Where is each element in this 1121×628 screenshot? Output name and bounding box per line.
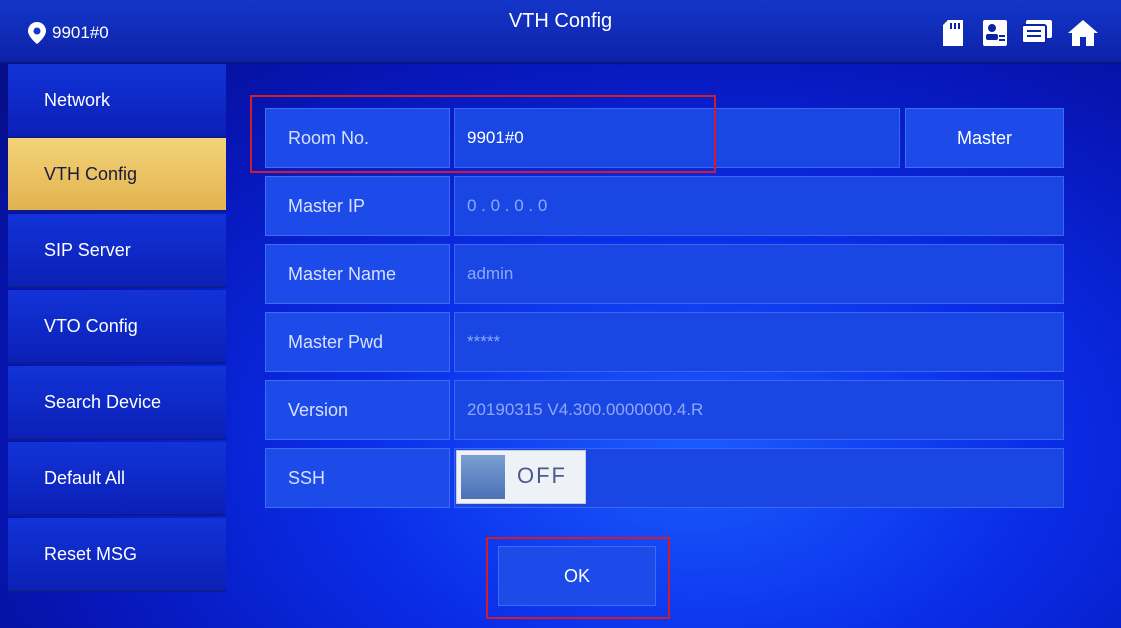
ssh-label: SSH bbox=[265, 448, 450, 508]
sidebar-item-label: Reset MSG bbox=[44, 543, 138, 564]
master-ip-label: Master IP bbox=[265, 176, 450, 236]
room-no-highlight-box bbox=[250, 95, 716, 173]
message-icon[interactable] bbox=[1022, 20, 1052, 46]
sidebar: Network VTH Config SIP Server VTO Config… bbox=[8, 64, 226, 604]
sidebar-item-label: VTH Config bbox=[44, 163, 138, 184]
sidebar-item-sip-server[interactable]: SIP Server bbox=[8, 214, 226, 288]
ssh-toggle-state: OFF bbox=[517, 463, 567, 488]
ssh-toggle[interactable]: OFF bbox=[456, 450, 586, 504]
master-name-label: Master Name bbox=[265, 244, 450, 304]
sidebar-item-search-device[interactable]: Search Device bbox=[8, 366, 226, 440]
ssh-toggle-knob bbox=[461, 455, 505, 499]
master-name-input[interactable]: admin bbox=[454, 244, 1064, 304]
ssh-row: SSH OFF bbox=[265, 448, 1064, 508]
home-icon[interactable] bbox=[1068, 20, 1098, 46]
ok-highlight-box bbox=[486, 537, 670, 619]
master-ip-row: Master IP 0 . 0 . 0 . 0 bbox=[265, 176, 1064, 236]
master-name-row: Master Name admin bbox=[265, 244, 1064, 304]
master-pwd-input[interactable]: ***** bbox=[454, 312, 1064, 372]
master-pwd-row: Master Pwd ***** bbox=[265, 312, 1064, 372]
sidebar-item-vth-config[interactable]: VTH Config bbox=[8, 138, 226, 212]
version-value: 20190315 V4.300.0000000.4.R bbox=[454, 380, 1064, 440]
master-ip-input[interactable]: 0 . 0 . 0 . 0 bbox=[454, 176, 1064, 236]
sidebar-item-label: Default All bbox=[44, 467, 126, 488]
master-button[interactable]: Master bbox=[905, 108, 1064, 168]
sidebar-item-network[interactable]: Network bbox=[8, 64, 226, 138]
sidebar-item-label: VTO Config bbox=[44, 315, 138, 336]
sidebar-item-vto-config[interactable]: VTO Config bbox=[8, 290, 226, 364]
version-label: Version bbox=[265, 380, 450, 440]
sidebar-item-default-all[interactable]: Default All bbox=[8, 442, 226, 516]
sd-card-icon[interactable] bbox=[943, 20, 963, 46]
sidebar-item-label: Search Device bbox=[44, 391, 162, 412]
top-bar: 9901#0 VTH Config bbox=[0, 0, 1121, 64]
sidebar-item-reset-msg[interactable]: Reset MSG bbox=[8, 518, 226, 592]
screen: 9901#0 VTH Config Network VTH Config SIP… bbox=[0, 0, 1121, 628]
contact-card-icon[interactable] bbox=[983, 20, 1007, 46]
sidebar-item-label: Network bbox=[44, 89, 111, 110]
master-pwd-label: Master Pwd bbox=[265, 312, 450, 372]
version-row: Version 20190315 V4.300.0000000.4.R bbox=[265, 380, 1064, 440]
sidebar-item-label: SIP Server bbox=[44, 239, 131, 260]
